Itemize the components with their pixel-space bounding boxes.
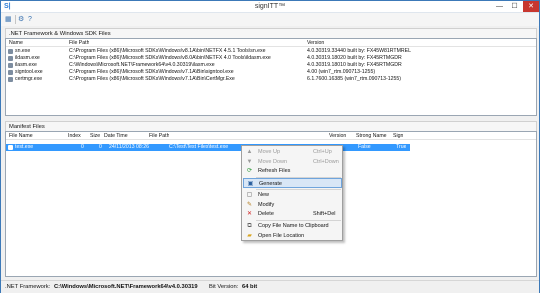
window-title: signITT™: [254, 3, 286, 10]
toolbar: ▦ ⚙ ?: [1, 13, 539, 26]
exe-icon: [8, 63, 13, 68]
menu-label: Copy File Name to Clipboard: [258, 223, 329, 229]
col-file-path[interactable]: File Path: [69, 40, 89, 47]
col-version[interactable]: Version: [329, 133, 346, 140]
new-icon: ▢: [246, 192, 253, 198]
main-window: S| signITT™ — ☐ ✕ ▦ ⚙ ? .NET Framework &…: [0, 0, 540, 293]
sdk-version: 4.0.30319.33440 built by: FX45W81RTMREL: [307, 48, 412, 54]
bit-version-label: Bit Version:: [209, 284, 239, 290]
modify-icon: ✎: [246, 202, 253, 208]
copy-icon: ⧉: [247, 223, 252, 229]
sdk-name: ildasm.exe: [15, 55, 40, 61]
move-up-icon: ▲: [246, 149, 253, 155]
manifest-grid-header: File Name Index Size Date Time File Path…: [6, 132, 536, 140]
menu-copy-file-name[interactable]: ⧉ Copy File Name to Clipboard: [243, 221, 342, 231]
col-date-time[interactable]: Date Time: [104, 133, 128, 140]
bit-version-value: 64 bit: [242, 284, 258, 290]
toolbar-separator: [15, 15, 16, 24]
framework-label: .NET Framework:: [5, 284, 51, 290]
sdk-path: C:\Program Files (x86)\Microsoft SDKs\Wi…: [69, 76, 235, 82]
col-file-path[interactable]: File Path: [149, 133, 169, 140]
manifest-row[interactable]: test.exe 0 0 24/11/2013 08:26 C:\Test\Te…: [6, 144, 410, 151]
col-version[interactable]: Version: [307, 40, 324, 47]
menu-label: New: [258, 192, 270, 198]
menu-label: Refresh Files: [258, 168, 291, 174]
sdk-row[interactable]: ilasm.exe C:\Windows\Microsoft.NET\Frame…: [6, 62, 536, 69]
generate-icon: ▣: [247, 181, 254, 187]
framework-path: C:\Windows\Microsoft.NET\Framework64\v4.…: [54, 284, 198, 290]
sdk-name: signtool.exe: [15, 69, 43, 75]
col-index[interactable]: Index: [68, 133, 81, 140]
exe-icon: [8, 145, 13, 150]
exe-icon: [8, 77, 13, 82]
sdk-name: sn.exe: [15, 48, 31, 54]
sdk-row[interactable]: certmgr.exe C:\Program Files (x86)\Micro…: [6, 76, 536, 83]
sdk-path: C:\Program Files (x86)\Microsoft SDKs\Wi…: [69, 69, 234, 75]
menu-shortcut: Ctrl+Up: [313, 149, 332, 155]
sdk-version: 4.00 (win7_rtm.090713-1255): [307, 69, 376, 75]
menu-generate[interactable]: ▣ Generate: [243, 178, 342, 188]
sdk-version: 4.0.30319.18010 built by: FX45RTMGDR: [307, 62, 402, 68]
sdk-name: ilasm.exe: [15, 62, 37, 68]
maximize-button[interactable]: ☐: [507, 1, 522, 12]
manifest-index: 0: [81, 144, 84, 150]
tools-icon[interactable]: ⚙: [18, 15, 24, 24]
menu-refresh-files[interactable]: ⟳ Refresh Files: [243, 166, 342, 176]
help-icon[interactable]: ?: [28, 15, 32, 24]
manifest-file-name: test.exe: [15, 144, 34, 150]
sdk-grid-header: Name File Path Version: [6, 39, 536, 47]
col-size[interactable]: Size: [90, 133, 100, 140]
sdk-files-grid[interactable]: Name File Path Version sn.exe C:\Program…: [5, 38, 537, 116]
col-file-name[interactable]: File Name: [9, 133, 33, 140]
sdk-path: C:\Program Files (x86)\Microsoft SDKs\Wi…: [69, 55, 271, 61]
exe-icon: [8, 70, 13, 75]
col-sign[interactable]: Sign: [393, 133, 403, 140]
menu-label: Open File Location: [258, 233, 305, 239]
sdk-name: certmgr.exe: [15, 76, 43, 82]
menu-shortcut: Shift+Del: [313, 211, 336, 217]
refresh-icon: ⟳: [246, 168, 253, 174]
delete-icon: ✕: [246, 211, 253, 217]
sdk-row[interactable]: sn.exe C:\Program Files (x86)\Microsoft …: [6, 48, 536, 55]
grid-icon[interactable]: ▦: [5, 15, 12, 24]
manifest-sign: True: [396, 144, 407, 150]
sdk-row[interactable]: signtool.exe C:\Program Files (x86)\Micr…: [6, 69, 536, 76]
manifest-size: 0: [99, 144, 102, 150]
close-button[interactable]: ✕: [523, 1, 539, 12]
exe-icon: [8, 49, 13, 54]
sdk-version: 4.0.30319.18020 built by: FX45RTMGDR: [307, 55, 402, 61]
menu-new[interactable]: ▢ New: [243, 190, 342, 200]
menu-label: Generate: [259, 181, 282, 187]
menu-label: Delete: [258, 211, 274, 217]
col-name[interactable]: Name: [9, 40, 23, 47]
menu-move-up[interactable]: ▲ Move Up Ctrl+Up: [243, 147, 342, 157]
title-bar: S| signITT™ — ☐ ✕: [1, 1, 539, 13]
sdk-path: C:\Windows\Microsoft.NET\Framework64\v4.…: [69, 62, 215, 68]
exe-icon: [8, 56, 13, 61]
manifest-path: C:\Test\Test Files\test.exe: [169, 144, 229, 150]
folder-icon: ▰: [247, 233, 252, 239]
manifest-strong-name: False: [358, 144, 371, 150]
menu-label: Move Up: [258, 149, 281, 155]
sdk-row[interactable]: ildasm.exe C:\Program Files (x86)\Micros…: [6, 55, 536, 62]
move-down-icon: ▼: [246, 159, 253, 165]
status-bar: .NET Framework: C:\Windows\Microsoft.NET…: [1, 280, 539, 293]
sdk-section-header: .NET Framework & Windows SDK Files: [5, 28, 537, 38]
minimize-button[interactable]: —: [492, 1, 507, 12]
context-menu: ▲ Move Up Ctrl+Up ▼ Move Down Ctrl+Down …: [241, 145, 343, 241]
manifest-datetime: 24/11/2013 08:26: [109, 144, 149, 150]
menu-delete[interactable]: ✕ Delete Shift+Del: [243, 209, 342, 219]
manifest-section-header: Manifest Files: [5, 121, 537, 131]
sdk-path: C:\Program Files (x86)\Microsoft SDKs\Wi…: [69, 48, 266, 54]
sdk-version: 6.1.7600.16385 (win7_rtm.090713-1255): [307, 76, 402, 82]
menu-open-file-location[interactable]: ▰ Open File Location: [243, 231, 342, 241]
col-strong-name[interactable]: Strong Name: [356, 133, 387, 140]
